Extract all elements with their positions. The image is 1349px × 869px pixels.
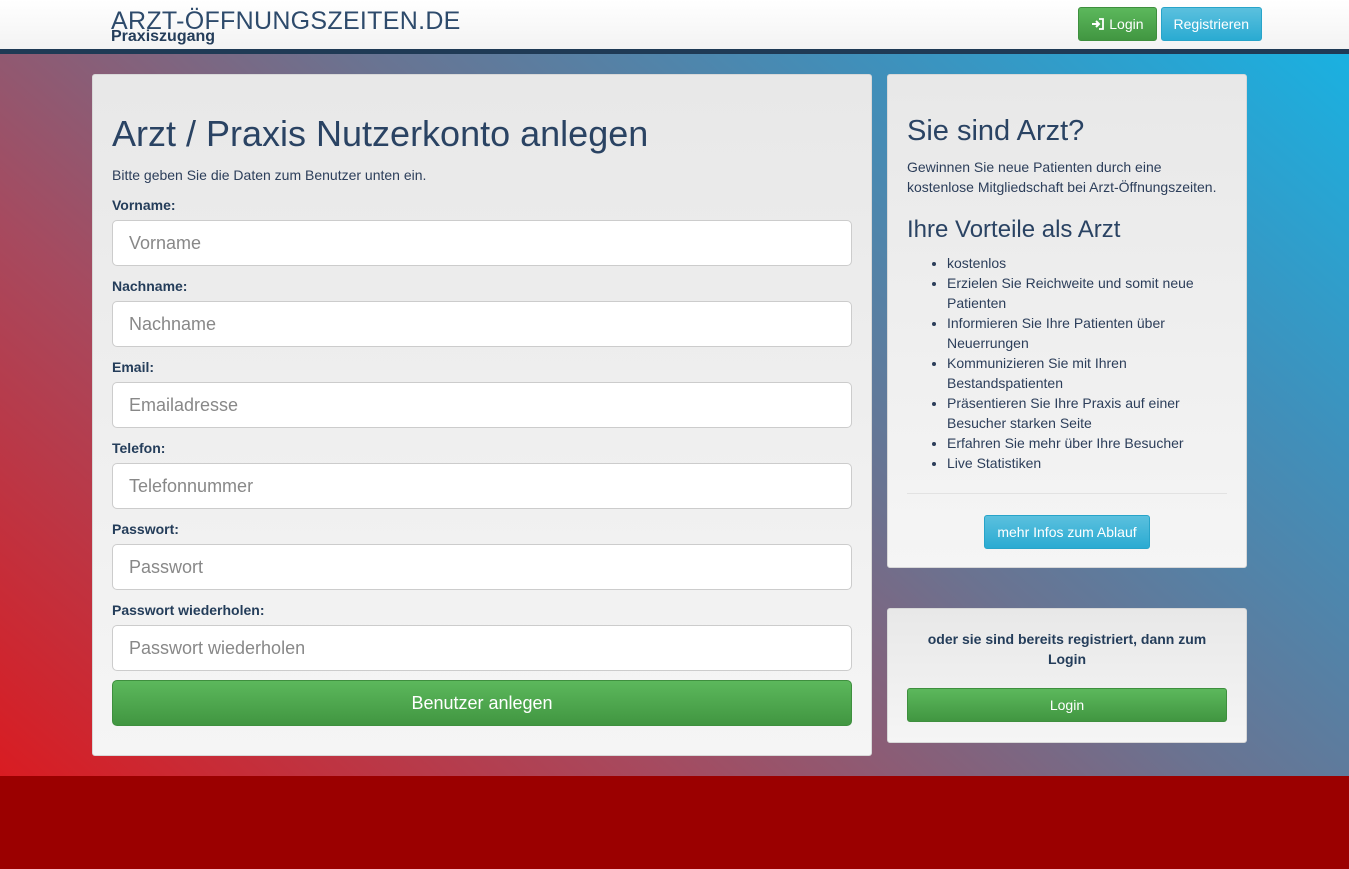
- benefits-title: Ihre Vorteile als Arzt: [907, 216, 1121, 243]
- benefit-item: Informieren Sie Ihre Patienten über Neue…: [947, 313, 1217, 353]
- password-repeat-input[interactable]: [112, 625, 852, 671]
- benefit-item: Live Statistiken: [947, 453, 1217, 473]
- login-prompt: oder sie sind bereits registriert, dann …: [927, 631, 1207, 667]
- benefit-item: Erzielen Sie Reichweite und somit neue P…: [947, 273, 1217, 313]
- brand-subtitle: Praxiszugang: [111, 28, 216, 45]
- doctor-info-intro: Gewinnen Sie neue Patienten durch eine k…: [907, 159, 1217, 195]
- first-name-label: Vorname:: [112, 197, 176, 213]
- benefit-item: kostenlos: [947, 253, 1217, 273]
- more-info-button[interactable]: mehr Infos zum Ablauf: [984, 515, 1150, 549]
- phone-input[interactable]: [112, 463, 852, 509]
- form-intro: Bitte geben Sie die Daten zum Benutzer u…: [112, 167, 427, 183]
- sign-in-icon: [1092, 18, 1105, 30]
- divider: [907, 493, 1227, 494]
- form-title: Arzt / Praxis Nutzerkonto anlegen: [112, 113, 649, 154]
- registration-panel: Arzt / Praxis Nutzerkonto anlegen Bitte …: [92, 74, 872, 756]
- header-login-label: Login: [1109, 16, 1144, 32]
- last-name-label: Nachname:: [112, 278, 188, 294]
- header-nav: Login Registrieren: [1078, 7, 1262, 41]
- password-label: Passwort:: [112, 521, 179, 537]
- brand[interactable]: ARZT-ÖFFNUNGSZEITEN.DE Praxiszugang: [111, 7, 461, 45]
- email-input[interactable]: [112, 382, 852, 428]
- phone-label: Telefon:: [112, 440, 166, 456]
- create-user-button[interactable]: Benutzer anlegen: [112, 680, 852, 726]
- header-register-button[interactable]: Registrieren: [1160, 7, 1262, 41]
- benefit-item: Erfahren Sie mehr über Ihre Besucher: [947, 433, 1217, 453]
- doctor-info-panel: Sie sind Arzt? Gewinnen Sie neue Patient…: [887, 74, 1247, 568]
- login-button[interactable]: Login: [907, 688, 1227, 722]
- header-login-button[interactable]: Login: [1078, 7, 1157, 41]
- first-name-input[interactable]: [112, 220, 852, 266]
- password-repeat-label: Passwort wiederholen:: [112, 602, 265, 618]
- last-name-input[interactable]: [112, 301, 852, 347]
- email-label: Email:: [112, 359, 155, 375]
- benefits-list: kostenlos Erzielen Sie Reichweite und so…: [947, 253, 1217, 473]
- login-panel: oder sie sind bereits registriert, dann …: [887, 608, 1247, 743]
- password-input[interactable]: [112, 544, 852, 590]
- benefit-item: Präsentieren Sie Ihre Praxis auf einer B…: [947, 393, 1217, 433]
- benefit-item: Kommunizieren Sie mit Ihren Bestandspati…: [947, 353, 1217, 393]
- doctor-info-title: Sie sind Arzt?: [907, 115, 1085, 147]
- top-navbar: ARZT-ÖFFNUNGSZEITEN.DE Praxiszugang Logi…: [0, 0, 1349, 54]
